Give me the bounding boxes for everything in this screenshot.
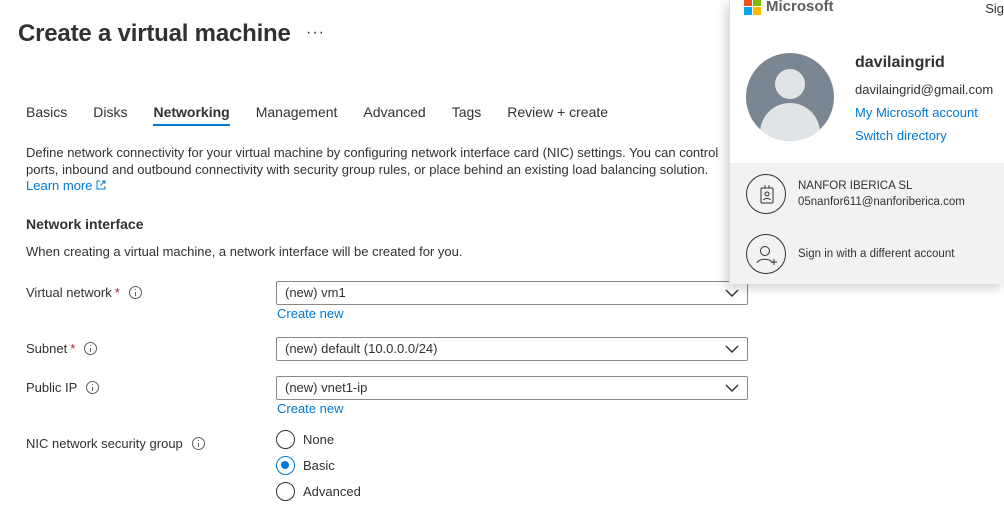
microsoft-logo-icon [744,0,761,15]
sign-out-link[interactable]: Sig [985,1,1004,16]
external-link-icon [96,180,106,190]
add-person-icon-glyph [756,246,777,265]
public-ip-label: Public IP [26,380,100,395]
tab-management[interactable]: Management [256,104,338,126]
nic-nsg-label: NIC network security group [26,436,205,451]
avatar-head-shape [775,69,805,99]
virtual-network-label: Virtual network * [26,285,142,300]
public-ip-value: (new) vnet1-ip [285,380,368,395]
directory-section: NANFOR IBERICA SL 05nanfor611@nanforiber… [730,163,1004,284]
microsoft-header: Microsoft [744,0,834,15]
badge-icon-glyph [760,185,774,204]
intro-description: Define network connectivity for your vir… [26,145,736,195]
tab-advanced[interactable]: Advanced [363,104,425,126]
avatar [746,53,834,141]
learn-more-label: Learn more [26,178,93,193]
tab-basics[interactable]: Basics [26,104,67,126]
radio-label: Basic [303,458,335,473]
chevron-down-icon [725,289,739,297]
switch-directory-link[interactable]: Switch directory [855,128,947,143]
account-email: davilaingrid@gmail.com [855,82,994,97]
add-person-icon[interactable] [746,234,786,274]
microsoft-brand: Microsoft [766,0,834,15]
network-interface-subtitle: When creating a virtual machine, a netwo… [26,244,463,259]
info-icon[interactable] [86,381,100,394]
radio-button[interactable] [276,430,295,449]
virtual-network-value: (new) vm1 [285,285,346,300]
subnet-dropdown[interactable]: (new) default (10.0.0.0/24) [276,337,748,361]
account-panel: Microsoft Sig davilaingrid davilaingrid@… [729,0,1004,284]
radio-button[interactable] [276,482,295,501]
virtual-network-label-text: Virtual network [26,285,112,300]
nic-nsg-label-text: NIC network security group [26,436,183,451]
radio-label: Advanced [303,484,361,499]
tab-review-create[interactable]: Review + create [507,104,608,126]
subnet-label: Subnet * [26,341,98,356]
tab-disks[interactable]: Disks [93,104,127,126]
chevron-down-icon [725,384,739,392]
directory-org-name: NANFOR IBERICA SL [798,180,913,192]
public-ip-create-new-link[interactable]: Create new [277,401,343,416]
tab-bar: Basics Disks Networking Management Advan… [26,104,634,126]
nsg-option-none[interactable]: None [276,430,334,449]
nsg-option-basic[interactable]: Basic [276,456,335,475]
required-marker: * [114,285,120,300]
subnet-label-text: Subnet [26,341,68,356]
virtual-network-dropdown[interactable]: (new) vm1 [276,281,748,305]
virtual-network-create-new-link[interactable]: Create new [277,306,343,321]
intro-text: Define network connectivity for your vir… [26,145,719,177]
public-ip-dropdown[interactable]: (new) vnet1-ip [276,376,748,400]
required-marker: * [70,341,76,356]
network-interface-heading: Network interface [26,216,144,232]
my-microsoft-account-link[interactable]: My Microsoft account [855,105,978,120]
public-ip-label-text: Public IP [26,380,78,395]
account-name: davilaingrid [855,54,945,71]
info-icon[interactable] [191,437,205,450]
subnet-value: (new) default (10.0.0.0/24) [285,341,438,356]
radio-label: None [303,432,335,447]
directory-org-email: 05nanfor611@nanforiberica.com [798,196,965,208]
learn-more-link[interactable]: Learn more [26,178,106,193]
more-options-icon[interactable]: ··· [306,24,325,42]
radio-button-selected[interactable] [276,456,295,475]
avatar-body-shape [760,103,820,141]
page-title: Create a virtual machine [18,20,291,47]
info-icon[interactable] [128,286,142,299]
info-icon[interactable] [84,342,98,355]
sign-in-different-account-link[interactable]: Sign in with a different account [798,248,954,260]
tab-networking[interactable]: Networking [153,104,230,126]
chevron-down-icon [725,345,739,353]
badge-icon [746,174,786,214]
nsg-option-advanced[interactable]: Advanced [276,482,361,501]
tab-tags[interactable]: Tags [452,104,482,126]
